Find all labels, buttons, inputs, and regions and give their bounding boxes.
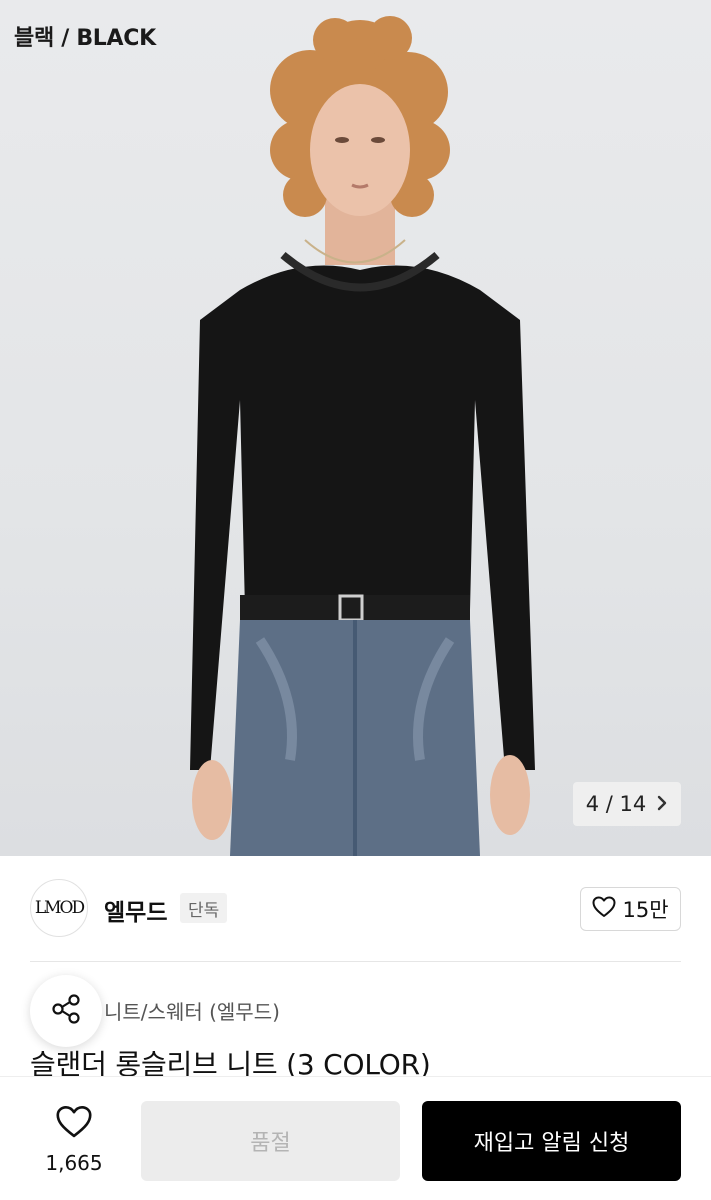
image-counter-separator: / (605, 792, 613, 816)
soldout-button: 품절 (141, 1101, 400, 1181)
brand-name[interactable]: 엘무드 (104, 893, 167, 927)
heart-icon (592, 896, 616, 923)
product-category[interactable]: 니트/스웨터 (엘무드) (104, 996, 280, 1025)
image-counter-total: 14 (619, 792, 647, 816)
restock-alert-button[interactable]: 재입고 알림 신청 (422, 1101, 681, 1181)
image-counter-text: 4 / 14 (586, 792, 647, 816)
share-icon (49, 992, 83, 1030)
brand-logo[interactable]: LMOD (30, 879, 88, 937)
divider (30, 961, 681, 962)
image-counter[interactable]: 4 / 14 (573, 782, 681, 826)
exclusive-badge: 단독 (180, 893, 228, 923)
brand-logo-text: LMOD (34, 898, 85, 918)
color-label: 블랙 / BLACK (14, 26, 156, 51)
wishlist-button[interactable]: 1,665 (36, 1105, 112, 1175)
brand-like-count: 15만 (622, 898, 669, 922)
brand-row: LMOD 엘무드 단독 15만 (0, 856, 711, 962)
brand-like-button[interactable]: 15만 (580, 887, 681, 931)
chevron-right-icon (656, 792, 668, 816)
wishlist-count: 1,665 (45, 1151, 103, 1175)
image-counter-current: 4 (585, 792, 600, 816)
heart-icon (55, 1105, 93, 1143)
product-image-carousel[interactable]: 블랙 / BLACK 4 / 14 (0, 0, 711, 856)
bottom-action-bar: 1,665 품절 재입고 알림 신청 (0, 1076, 711, 1200)
product-photo (190, 16, 535, 856)
share-button[interactable] (30, 975, 102, 1047)
